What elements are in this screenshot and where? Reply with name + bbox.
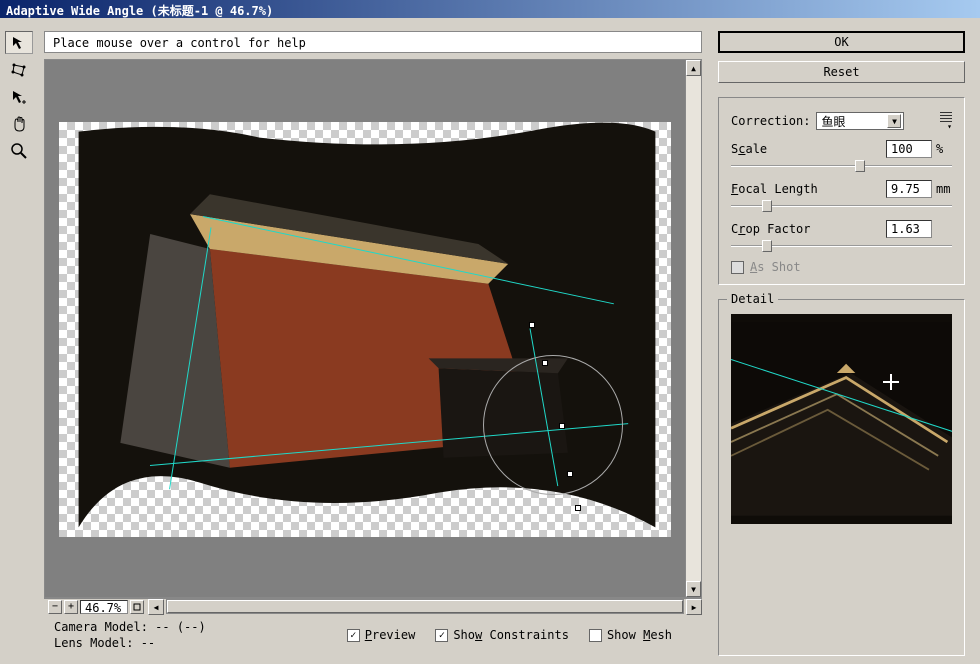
- correction-label: Correction:: [731, 114, 810, 128]
- fit-button[interactable]: [130, 600, 144, 614]
- crop-factor-slider[interactable]: [731, 240, 952, 252]
- help-text: Place mouse over a control for help: [53, 36, 306, 50]
- scroll-down-button[interactable]: ▼: [686, 581, 701, 597]
- correction-dropdown[interactable]: 鱼眼 ▼: [816, 112, 904, 130]
- preview-checkbox[interactable]: ✓ Preview: [347, 628, 416, 642]
- move-cursor-icon: [883, 374, 899, 390]
- scale-input[interactable]: [886, 140, 932, 158]
- camera-model-label: Camera Model: -- (--): [54, 620, 206, 634]
- detail-panel: Detail: [718, 299, 965, 656]
- reset-button[interactable]: Reset: [718, 61, 965, 83]
- polygon-constraint-tool[interactable]: [5, 58, 33, 81]
- scale-param: Scale %: [731, 140, 952, 172]
- crop-factor-label: Crop Factor: [731, 222, 811, 236]
- image-canvas[interactable]: [45, 60, 685, 597]
- vertical-scrollbar[interactable]: ▲ ▼: [685, 60, 701, 597]
- scale-slider-thumb[interactable]: [855, 160, 865, 172]
- zoom-tool[interactable]: [5, 139, 33, 162]
- show-mesh-checkbox[interactable]: Show Mesh: [589, 628, 672, 642]
- scroll-track-horizontal[interactable]: [166, 599, 684, 614]
- show-constraints-checkbox[interactable]: ✓ Show Constraints: [435, 628, 569, 642]
- panel-menu-button[interactable]: ▾: [934, 112, 952, 130]
- lens-model-label: Lens Model: --: [54, 636, 206, 650]
- crop-slider-thumb[interactable]: [762, 240, 772, 252]
- detail-preview[interactable]: [731, 314, 952, 524]
- scale-unit: %: [936, 142, 952, 156]
- dropdown-arrow-icon: ▼: [887, 114, 901, 128]
- scale-label: Scale: [731, 142, 767, 156]
- hand-tool[interactable]: [5, 112, 33, 135]
- scroll-track-vertical[interactable]: [686, 76, 701, 581]
- focal-unit: mm: [936, 182, 952, 196]
- scroll-thumb-horizontal[interactable]: [167, 600, 683, 613]
- focal-length-param: Focal Length mm: [731, 180, 952, 212]
- focal-length-input[interactable]: [886, 180, 932, 198]
- tool-palette: [0, 18, 40, 664]
- crop-factor-param: Crop Factor: [731, 220, 952, 252]
- zoom-in-button[interactable]: +: [64, 600, 78, 614]
- scale-slider[interactable]: [731, 160, 952, 172]
- crop-factor-input[interactable]: [886, 220, 932, 238]
- scroll-left-button[interactable]: ◀: [148, 599, 164, 615]
- zoom-out-button[interactable]: −: [48, 600, 62, 614]
- as-shot-checkbox: As Shot: [731, 260, 952, 274]
- zoom-level-input[interactable]: 46.7%: [80, 600, 128, 614]
- focal-slider-thumb[interactable]: [762, 200, 772, 212]
- detail-label: Detail: [727, 292, 778, 306]
- focal-length-slider[interactable]: [731, 200, 952, 212]
- ok-button[interactable]: OK: [718, 31, 965, 53]
- image-canvas-container: ▲ ▼: [44, 59, 702, 598]
- help-text-bar: Place mouse over a control for help: [44, 31, 702, 53]
- scroll-up-button[interactable]: ▲: [686, 60, 701, 76]
- correction-panel: Correction: 鱼眼 ▼ ▾ Scale %: [718, 97, 965, 285]
- constraint-tool[interactable]: [5, 31, 33, 54]
- window-title-bar: Adaptive Wide Angle (未标题-1 @ 46.7%): [0, 0, 980, 18]
- window-title: Adaptive Wide Angle (未标题-1 @ 46.7%): [6, 4, 273, 18]
- move-tool[interactable]: [5, 85, 33, 108]
- focal-length-label: Focal Length: [731, 182, 818, 196]
- scroll-right-button[interactable]: ▶: [686, 599, 702, 615]
